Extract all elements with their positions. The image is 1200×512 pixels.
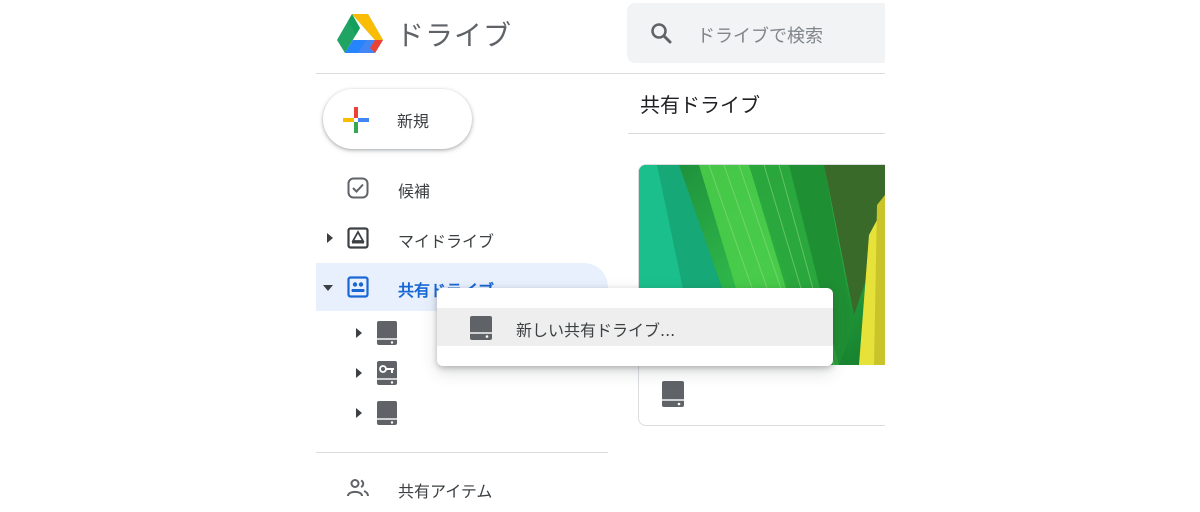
page-title: 共有ドライブ <box>640 93 760 117</box>
sidebar-item-suggestions[interactable]: 候補 <box>316 164 608 212</box>
multicolor-plus-icon <box>343 107 369 133</box>
drive-icon <box>377 401 397 425</box>
search-icon[interactable] <box>649 21 673 45</box>
drive-icon <box>470 316 492 340</box>
expand-arrow-icon[interactable] <box>354 328 364 338</box>
expand-arrow-icon[interactable] <box>354 408 364 418</box>
collapse-arrow-icon[interactable] <box>323 283 333 293</box>
drive-icon <box>662 381 684 407</box>
google-drive-logo[interactable] <box>336 12 384 54</box>
main-divider <box>628 133 885 134</box>
drive-key-icon <box>377 361 397 385</box>
expand-arrow-icon[interactable] <box>325 233 335 243</box>
search-input[interactable]: ドライブで検索 <box>697 22 823 48</box>
expand-arrow-icon[interactable] <box>354 368 364 378</box>
sidebar-item-label: 共有アイテム <box>398 482 493 501</box>
new-button[interactable]: 新規 <box>323 89 472 149</box>
header-divider <box>316 73 885 74</box>
drive-icon <box>377 321 397 345</box>
people-icon <box>347 479 369 497</box>
sidebar-item-label: 候補 <box>398 182 431 201</box>
sidebar-item-my-drive[interactable]: マイドライブ <box>316 214 608 262</box>
shared-drive-tree-item[interactable] <box>340 396 608 430</box>
context-menu: 新しい共有ドライブ... <box>437 288 833 366</box>
my-drive-icon <box>347 227 369 249</box>
sidebar-divider <box>316 452 608 453</box>
shared-drives-icon <box>347 276 369 298</box>
new-button-label: 新規 <box>397 112 430 131</box>
checkbox-icon <box>347 177 369 199</box>
viewport-edge <box>885 0 1200 500</box>
app-title: ドライブ <box>396 19 513 52</box>
menu-item-new-shared-drive[interactable]: 新しい共有ドライブ... <box>437 308 833 346</box>
search-box[interactable]: ドライブで検索 <box>627 3 885 63</box>
menu-item-label: 新しい共有ドライブ... <box>516 321 676 340</box>
sidebar-item-label: マイドライブ <box>398 232 495 251</box>
sidebar-item-shared-with-me[interactable]: 共有アイテム <box>316 464 608 512</box>
